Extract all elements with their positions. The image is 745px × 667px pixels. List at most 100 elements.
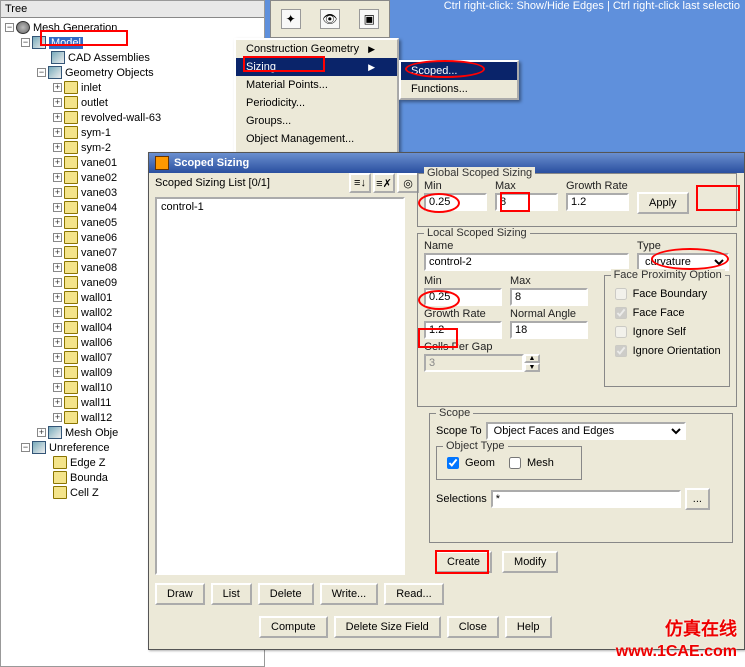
face-proximity-group: Face Proximity Option Face Boundary Face…: [604, 275, 730, 387]
scope-to-select[interactable]: Object Faces and Edges: [486, 422, 686, 440]
folder-icon: [64, 411, 78, 424]
collapse-icon[interactable]: −: [21, 38, 30, 47]
global-max-input[interactable]: [495, 193, 558, 211]
folder-icon: [64, 216, 78, 229]
expand-icon[interactable]: +: [53, 188, 62, 197]
read--button[interactable]: Read...: [384, 583, 443, 605]
tree-node-item[interactable]: +sym-1: [5, 125, 264, 140]
expand-icon[interactable]: +: [53, 248, 62, 257]
compute-button[interactable]: Compute: [259, 616, 328, 638]
show-icon[interactable]: ▣: [359, 9, 379, 29]
expand-icon[interactable]: +: [53, 128, 62, 137]
create-button[interactable]: Create: [435, 551, 492, 573]
expand-icon[interactable]: +: [53, 308, 62, 317]
menu-item[interactable]: Sizing▶: [236, 58, 397, 76]
close-button[interactable]: Close: [447, 616, 499, 638]
selections-input[interactable]: [491, 490, 681, 508]
expand-icon[interactable]: +: [53, 158, 62, 167]
folder-icon: [53, 471, 67, 484]
selections-browse-button[interactable]: ...: [685, 488, 710, 510]
folder-icon: [64, 291, 78, 304]
ignore-orient-checkbox[interactable]: Ignore Orientation: [611, 342, 723, 360]
expand-icon[interactable]: +: [53, 203, 62, 212]
geom-checkbox[interactable]: Geom: [443, 454, 495, 472]
tree-node-cad[interactable]: CAD Assemblies: [5, 50, 264, 65]
expand-icon[interactable]: +: [53, 323, 62, 332]
tree-node-item[interactable]: +inlet: [5, 80, 264, 95]
expand-icon[interactable]: +: [53, 398, 62, 407]
collapse-icon[interactable]: −: [37, 68, 46, 77]
folder-icon: [64, 81, 78, 94]
menu-item[interactable]: Periodicity...: [236, 94, 397, 112]
expand-icon[interactable]: +: [53, 98, 62, 107]
collapse-icon[interactable]: −: [21, 443, 30, 452]
global-gr-input[interactable]: [566, 193, 629, 211]
expand-icon[interactable]: +: [53, 263, 62, 272]
menu-item[interactable]: Groups...: [236, 112, 397, 130]
collapse-icon[interactable]: −: [5, 23, 14, 32]
stepper-down[interactable]: ▼: [524, 363, 540, 372]
expand-icon[interactable]: +: [53, 113, 62, 122]
local-name-input[interactable]: [424, 253, 629, 271]
eye-icon[interactable]: 👁: [320, 9, 340, 29]
delete-button[interactable]: Delete: [258, 583, 314, 605]
menu-item[interactable]: Material Points...: [236, 76, 397, 94]
help-button[interactable]: Help: [505, 616, 552, 638]
axes-icon[interactable]: ✦: [281, 9, 301, 29]
list-item[interactable]: control-1: [161, 201, 399, 213]
group-title: Global Scoped Sizing: [424, 167, 535, 179]
mesh-checkbox[interactable]: Mesh: [505, 454, 554, 472]
expand-icon[interactable]: +: [37, 428, 46, 437]
expand-icon[interactable]: +: [53, 233, 62, 242]
list-button[interactable]: List: [211, 583, 252, 605]
global-min-input[interactable]: [424, 193, 487, 211]
refresh-button[interactable]: ◎: [397, 173, 419, 193]
ignore-self-checkbox[interactable]: Ignore Self: [611, 323, 723, 341]
submenu-arrow-icon: ▶: [368, 44, 375, 55]
context-menu-model: Construction Geometry▶Sizing▶Material Po…: [234, 38, 399, 168]
object-type-group: Object Type Geom Mesh: [436, 446, 582, 480]
write--button[interactable]: Write...: [320, 583, 379, 605]
face-boundary-checkbox[interactable]: Face Boundary: [611, 285, 723, 303]
expand-icon[interactable]: +: [53, 173, 62, 182]
draw-button[interactable]: Draw: [155, 583, 205, 605]
local-gr-input[interactable]: [424, 321, 502, 339]
expand-icon[interactable]: +: [53, 293, 62, 302]
expand-icon[interactable]: +: [53, 353, 62, 362]
stepper-up[interactable]: ▲: [524, 354, 540, 363]
tree-node-geom-objects[interactable]: − Geometry Objects: [5, 65, 264, 80]
menu-item[interactable]: Scoped...: [401, 62, 517, 80]
expand-icon[interactable]: +: [53, 368, 62, 377]
expand-icon[interactable]: +: [53, 143, 62, 152]
expand-icon[interactable]: +: [53, 218, 62, 227]
mesh-icon: [48, 426, 62, 439]
menu-item[interactable]: Construction Geometry▶: [236, 40, 397, 58]
cells-per-gap-input: [424, 354, 524, 372]
local-max-input[interactable]: [510, 288, 588, 306]
folder-icon: [64, 126, 78, 139]
modify-button[interactable]: Modify: [502, 551, 558, 573]
expand-icon[interactable]: +: [53, 338, 62, 347]
expand-icon[interactable]: +: [53, 83, 62, 92]
local-na-input[interactable]: [510, 321, 588, 339]
apply-button[interactable]: Apply: [637, 192, 689, 214]
expand-icon[interactable]: +: [53, 383, 62, 392]
expand-icon[interactable]: +: [53, 413, 62, 422]
deselect-all-button[interactable]: ≡✗: [373, 173, 395, 193]
tree-node-model[interactable]: − Model: [5, 35, 264, 50]
folder-icon: [64, 321, 78, 334]
group-title: Local Scoped Sizing: [424, 227, 530, 239]
menu-item[interactable]: Object Management...: [236, 130, 397, 148]
select-all-button[interactable]: ≡↓: [349, 173, 371, 193]
tree-node-item[interactable]: +outlet: [5, 95, 264, 110]
menu-item[interactable]: Functions...: [401, 80, 517, 98]
face-face-checkbox[interactable]: Face Face: [611, 304, 723, 322]
folder-icon: [64, 276, 78, 289]
folder-icon: [64, 246, 78, 259]
delete-size-field-button[interactable]: Delete Size Field: [334, 616, 441, 638]
expand-icon[interactable]: +: [53, 278, 62, 287]
sizing-listbox[interactable]: control-1: [155, 197, 405, 575]
tree-node-item[interactable]: +revolved-wall-63: [5, 110, 264, 125]
tree-node-root[interactable]: − Mesh Generation: [5, 20, 264, 35]
local-min-input[interactable]: [424, 288, 502, 306]
